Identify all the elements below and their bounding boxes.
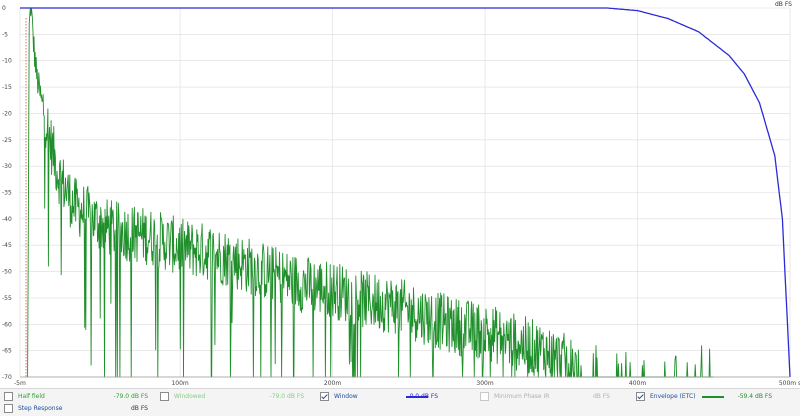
x-tick-label: -5m [14, 380, 26, 387]
x-tick-label: 300m [476, 380, 493, 387]
checkbox-envelope-etc[interactable] [636, 392, 645, 401]
y-tick-label: -25 [2, 137, 12, 144]
y-tick-label: -55 [2, 295, 12, 302]
etc-chart: 0 -5 -10 -15 -20 -25 -30 -35 -40 -45 -50 -55 -60 -65 -… [0, 0, 800, 388]
legend-item-half-field[interactable]: Half field -79.0 dB FS [4, 391, 164, 402]
x-tick-label: 500m s [779, 380, 800, 387]
legend-label-minimum-phase-ir: Minimum Phase IR [494, 393, 550, 400]
y-tick-label: -5 [2, 31, 8, 38]
y-tick-label: -40 [2, 216, 12, 223]
x-tick-label: 400m [629, 380, 646, 387]
legend-value-envelope-etc: -59.4 dB FS [737, 393, 772, 400]
checkbox-windowed[interactable] [160, 392, 169, 401]
legend-value-windowed: -79.0 dB FS [269, 393, 304, 400]
x-tick-label: 200m [324, 380, 341, 387]
legend-item-windowed[interactable]: Windowed -79.0 dB FS [160, 391, 320, 402]
y-tick-label: -15 [2, 84, 12, 91]
y-tick-label: -65 [2, 348, 12, 355]
y-tick-label: -20 [2, 110, 12, 117]
checkbox-half-field[interactable] [4, 392, 13, 401]
y-tick-label: -10 [2, 58, 12, 65]
y-tick-label: -35 [2, 190, 12, 197]
legend-label-window: Window [334, 393, 358, 400]
legend-value-window: 0.0 dB FS [409, 393, 438, 400]
legend-value-minimum-phase-ir: dB FS [593, 393, 610, 400]
checkbox-window[interactable] [320, 392, 329, 401]
legend-item-window[interactable]: Window 0.0 dB FS [320, 391, 480, 402]
legend-label-step-response: Step Response [18, 405, 63, 412]
legend-item-step-response[interactable]: Step Response dB FS [4, 403, 164, 414]
legend-value-step-response: dB FS [131, 405, 148, 412]
legend-value-half-field: -79.0 dB FS [113, 393, 148, 400]
checkbox-step-response[interactable] [4, 404, 13, 413]
y-tick-label: -30 [2, 163, 12, 170]
legend-label-windowed: Windowed [174, 393, 206, 400]
checkbox-minimum-phase-ir[interactable] [480, 392, 489, 401]
y-axis-label: dB FS [775, 1, 792, 8]
y-tick-label: -45 [2, 242, 12, 249]
legend-label-half-field: Half field [18, 393, 45, 400]
legend-panel: Half field -79.0 dB FS Windowed -79.0 dB… [0, 388, 800, 416]
legend-item-envelope-etc[interactable]: Envelope (ETC) -59.4 dB FS [636, 391, 796, 402]
legend-item-minimum-phase-ir[interactable]: Minimum Phase IR dB FS [480, 391, 640, 402]
legend-label-envelope-etc: Envelope (ETC) [650, 393, 696, 400]
y-tick-labels: 0 -5 -10 -15 -20 -25 -30 -35 -40 -45 -50 -55 -60 -65 -… [2, 5, 12, 381]
y-tick-label: -50 [2, 269, 12, 276]
y-tick-label: -70 [2, 374, 12, 381]
y-tick-label: 0 [2, 5, 6, 12]
x-tick-label: 100m [171, 380, 188, 387]
y-tick-label: -60 [2, 321, 12, 328]
